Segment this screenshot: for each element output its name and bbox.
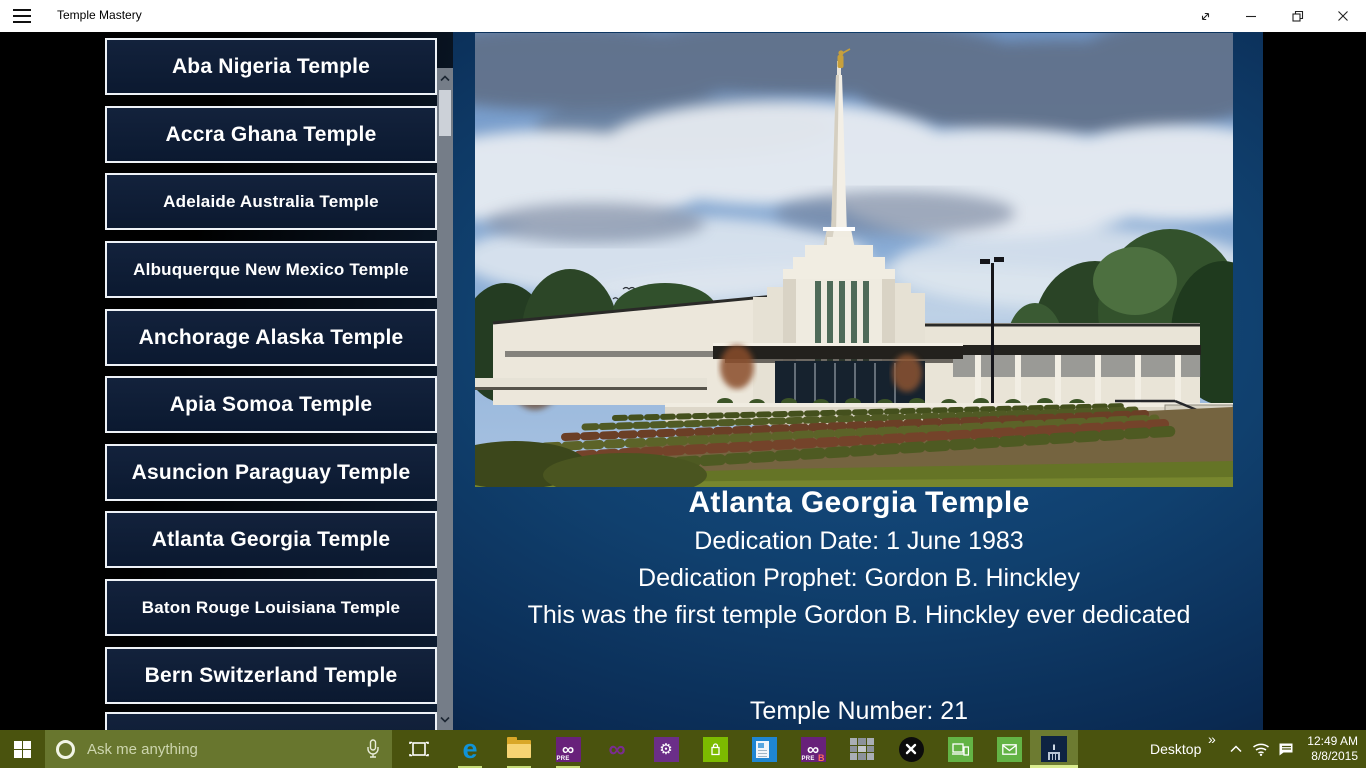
task-view-icon	[409, 741, 429, 757]
close-icon	[1338, 11, 1348, 21]
hidden-icons-chevron-icon	[1230, 745, 1242, 753]
temple-button[interactable]: Asuncion Paraguay Temple	[105, 444, 437, 501]
screen: Temple Mastery Aba Nigeria Temple Accra …	[0, 0, 1366, 768]
restore-icon	[1291, 10, 1303, 22]
hidden-icons-button[interactable]	[1224, 730, 1248, 768]
temple-button-label: Bern Switzerland Temple	[144, 663, 398, 687]
mail-icon	[996, 736, 1022, 762]
taskbar-app-temple-mastery[interactable]	[1030, 730, 1078, 768]
cortana-search[interactable]	[45, 730, 392, 768]
taskbar-app-visual-studio[interactable]: ∞	[593, 730, 641, 768]
minimize-button[interactable]	[1228, 0, 1274, 32]
desktop-toolbar[interactable]: Desktop	[1150, 730, 1201, 768]
hamburger-icon[interactable]	[13, 9, 31, 23]
fullscreen-icon	[1201, 12, 1209, 20]
temple-button-label: Baton Rouge Louisiana Temple	[141, 597, 401, 617]
titlebar: Temple Mastery	[0, 0, 1366, 32]
cortana-circle-icon	[56, 739, 75, 759]
taskbar-app-file-explorer[interactable]	[495, 730, 543, 768]
minimize-icon	[1246, 15, 1256, 18]
store-icon	[702, 736, 728, 762]
scroll-thumb[interactable]	[439, 90, 451, 136]
gray-blocks-icon	[850, 738, 874, 760]
detail-title: Atlanta Georgia Temple	[688, 486, 1030, 519]
temple-button[interactable]: Aba Nigeria Temple	[105, 38, 437, 95]
news-icon	[751, 736, 777, 762]
taskbar-app-blocks[interactable]	[838, 730, 886, 768]
scroll-down-button[interactable]	[437, 711, 453, 728]
fullscreen-button[interactable]	[1182, 0, 1228, 32]
taskbar-app-visual-studio-pre-b[interactable]: ∞ PRE B	[789, 730, 837, 768]
search-input[interactable]	[87, 740, 366, 758]
scroll-up-icon	[440, 75, 450, 82]
temple-button[interactable]: Albuquerque New Mexico Temple	[105, 241, 437, 298]
wifi-button[interactable]	[1248, 730, 1274, 768]
temple-button[interactable]: Baton Rouge Louisiana Temple	[105, 579, 437, 636]
scroll-down-icon	[440, 716, 450, 723]
scroll-up-button[interactable]	[437, 70, 453, 87]
temple-button-label: Atlanta Georgia Temple	[151, 527, 391, 551]
temple-button-partial[interactable]	[105, 712, 437, 730]
taskbar: e ∞PRE ∞ ⚙ ∞PREB	[0, 730, 1366, 768]
temple-button-label: Aba Nigeria Temple	[171, 54, 371, 78]
temple-photo	[475, 33, 1233, 487]
temple-button[interactable]: Atlanta Georgia Temple	[105, 511, 437, 568]
app-content: Aba Nigeria Temple Accra Ghana Temple Ad…	[0, 32, 1366, 730]
action-center-button[interactable]	[1274, 730, 1298, 768]
xbox-icon	[898, 736, 924, 762]
temple-button-label: Asuncion Paraguay Temple	[131, 460, 411, 484]
action-center-icon	[1279, 743, 1293, 755]
visual-studio-pre-icon: ∞ PRE	[555, 736, 581, 762]
temple-button-label: Albuquerque New Mexico Temple	[133, 259, 409, 279]
taskbar-app-mail[interactable]	[985, 730, 1033, 768]
temple-button[interactable]: Anchorage Alaska Temple	[105, 309, 437, 366]
visual-studio-pre-b-icon: ∞ PRE B	[800, 736, 826, 763]
wifi-icon	[1253, 743, 1269, 756]
temple-button[interactable]: Adelaide Australia Temple	[105, 173, 437, 230]
file-explorer-icon	[507, 737, 531, 758]
visual-studio-icon: ∞	[608, 735, 626, 763]
close-button[interactable]	[1320, 0, 1366, 32]
vs-preb-letter: B	[818, 752, 825, 763]
vs-pre-badge: PRE	[556, 755, 570, 762]
phone-companion-icon	[947, 736, 973, 762]
start-button[interactable]	[0, 730, 45, 768]
clock[interactable]: 12:49 AM 8/8/2015	[1298, 730, 1358, 768]
taskbar-app-news[interactable]	[740, 730, 788, 768]
clock-date: 8/8/2015	[1311, 749, 1358, 763]
settings-gear-icon: ⚙	[653, 736, 679, 762]
temple-button-label: Apia Somoa Temple	[169, 392, 373, 416]
task-view-button[interactable]	[398, 730, 440, 768]
temple-number: Temple Number: 21	[749, 697, 969, 725]
list-scrollbar[interactable]	[437, 68, 453, 730]
taskbar-app-store[interactable]	[691, 730, 739, 768]
temple-fact: This was the first temple Gordon B. Hinc…	[527, 601, 1191, 629]
microphone-icon[interactable]	[366, 739, 380, 759]
temple-button[interactable]: Bern Switzerland Temple	[105, 647, 437, 704]
taskbar-app-phone-companion[interactable]	[936, 730, 984, 768]
start-icon	[14, 740, 31, 758]
temple-button-label: Adelaide Australia Temple	[163, 191, 379, 211]
taskbar-app-visual-studio-pre[interactable]: ∞ PRE	[544, 730, 592, 768]
restore-button[interactable]	[1274, 0, 1320, 32]
temple-button[interactable]: Apia Somoa Temple	[105, 376, 437, 433]
temple-button-label: Anchorage Alaska Temple	[138, 325, 404, 349]
edge-icon: e	[462, 733, 478, 764]
clock-time: 12:49 AM	[1307, 734, 1358, 748]
dedication-prophet: Dedication Prophet: Gordon B. Hinckley	[638, 564, 1080, 592]
temple-button-label: Accra Ghana Temple	[165, 122, 377, 146]
toolbar-overflow-chevron[interactable]: »	[1208, 731, 1216, 747]
vs-preb-badge: PRE	[801, 755, 815, 762]
temple-button[interactable]: Accra Ghana Temple	[105, 106, 437, 163]
dedication-date: Dedication Date: 1 June 1983	[694, 527, 1024, 555]
taskbar-app-settings[interactable]: ⚙	[642, 730, 690, 768]
window-title: Temple Mastery	[57, 8, 142, 22]
taskbar-app-edge[interactable]: e	[446, 730, 494, 768]
taskbar-app-xbox[interactable]	[887, 730, 935, 768]
temple-mastery-app-icon	[1041, 736, 1067, 762]
